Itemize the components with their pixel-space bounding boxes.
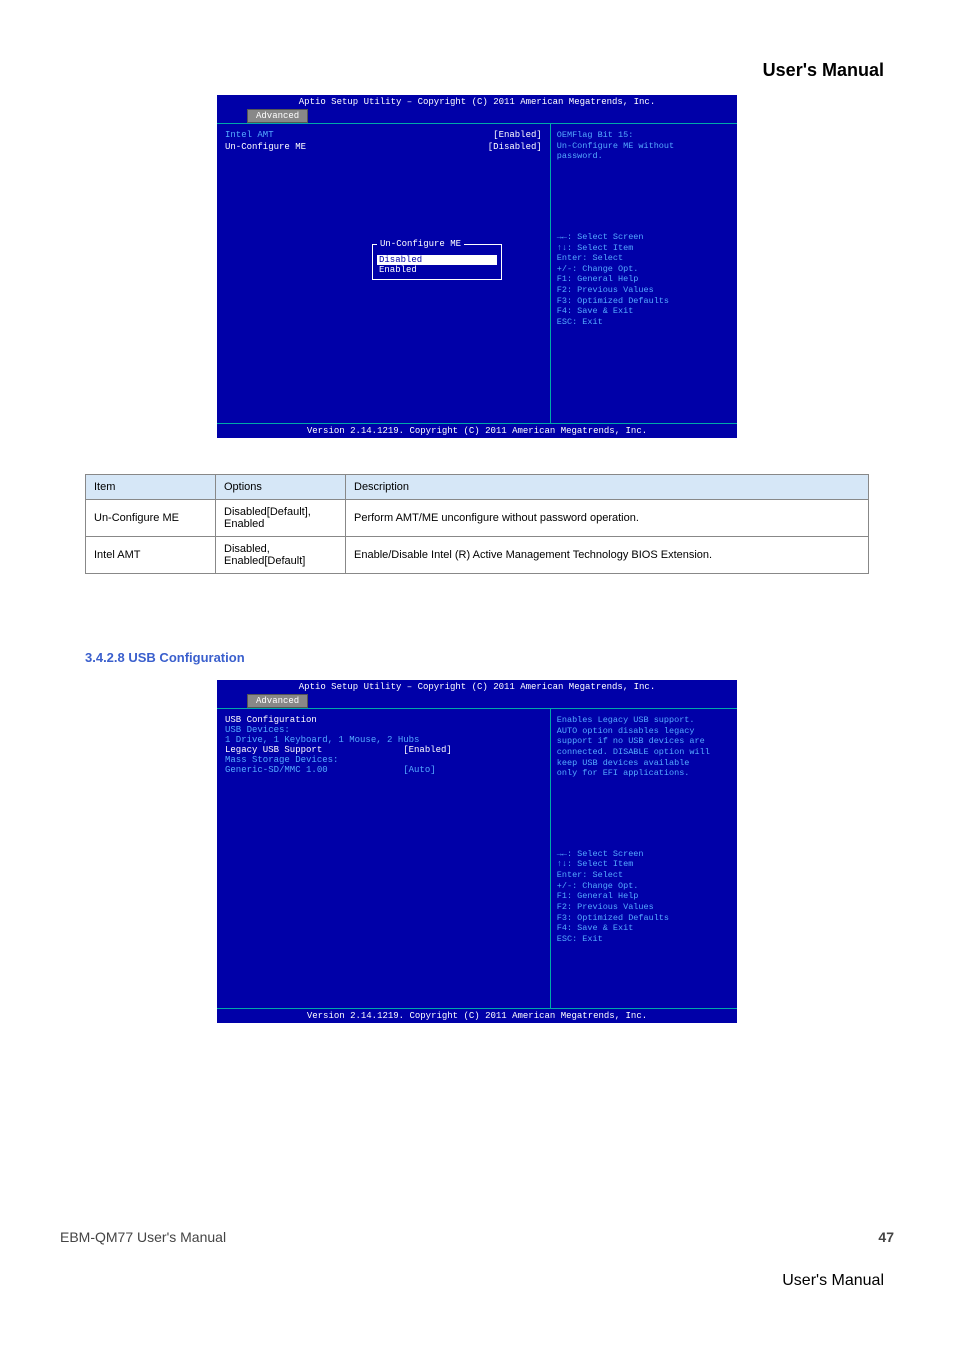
help-keys: →←: Select Screen ↑↓: Select Item Enter:… <box>557 232 731 328</box>
table-header-options: Options <box>216 475 346 500</box>
cell-item: Intel AMT <box>86 537 216 574</box>
popup-option-enabled: Enabled <box>377 265 497 275</box>
table-header-item: Item <box>86 475 216 500</box>
page-label: User's Manual <box>782 1272 884 1290</box>
usb-line: Generic-SD/MMC 1.00 [Auto] <box>225 765 542 775</box>
page-footer: EBM-QM77 User's Manual 47 <box>60 1229 894 1245</box>
table-row: Un-Configure ME Disabled[Default], Enabl… <box>86 500 869 537</box>
bios-tab-bar: Advanced <box>217 694 737 708</box>
bios-help-pane: Enables Legacy USB support. AUTO option … <box>551 709 737 1008</box>
tab-advanced: Advanced <box>247 694 308 708</box>
amt-settings-table: Item Options Description Un-Configure ME… <box>85 474 869 574</box>
table-header-description: Description <box>346 475 869 500</box>
page-header-title: User's Manual <box>763 60 884 81</box>
setting-unconfigure-value: [Disabled] <box>488 142 542 152</box>
help-description: Enables Legacy USB support. AUTO option … <box>557 715 731 779</box>
bios-footer: Version 2.14.1219. Copyright (C) 2011 Am… <box>217 423 737 438</box>
usb-line: Mass Storage Devices: <box>225 755 542 765</box>
footer-page-number: 47 <box>878 1229 894 1245</box>
usb-line: USB Devices: <box>225 725 542 735</box>
table-row: Intel AMT Disabled, Enabled[Default] Ena… <box>86 537 869 574</box>
section-heading-usb-config: 3.4.2.8 USB Configuration <box>85 650 245 665</box>
help-description: OEMFlag Bit 15: Un-Configure ME without … <box>557 130 731 162</box>
cell-options: Disabled[Default], Enabled <box>216 500 346 537</box>
unconfigure-me-popup: Un-Configure ME Disabled Enabled <box>372 244 502 280</box>
setting-intel-amt-value: [Enabled] <box>493 130 542 140</box>
help-keys: →←: Select Screen ↑↓: Select Item Enter:… <box>557 849 731 945</box>
cell-item: Un-Configure ME <box>86 500 216 537</box>
bios-footer: Version 2.14.1219. Copyright (C) 2011 Am… <box>217 1008 737 1023</box>
footer-left: EBM-QM77 User's Manual <box>60 1229 226 1245</box>
bios-help-pane: OEMFlag Bit 15: Un-Configure ME without … <box>551 124 737 423</box>
bios-screenshot-amt: Aptio Setup Utility – Copyright (C) 2011… <box>217 95 737 435</box>
cell-description: Enable/Disable Intel (R) Active Manageme… <box>346 537 869 574</box>
popup-title: Un-Configure ME <box>377 239 464 249</box>
usb-line: USB Configuration <box>225 715 542 725</box>
bios-left-pane: USB Configuration USB Devices: 1 Drive, … <box>217 709 551 1008</box>
bios-tab-bar: Advanced <box>217 109 737 123</box>
bios-title-bar: Aptio Setup Utility – Copyright (C) 2011… <box>217 95 737 109</box>
usb-line: 1 Drive, 1 Keyboard, 1 Mouse, 2 Hubs <box>225 735 542 745</box>
setting-intel-amt-label: Intel AMT <box>225 130 493 140</box>
usb-line: Legacy USB Support [Enabled] <box>225 745 542 755</box>
cell-description: Perform AMT/ME unconfigure without passw… <box>346 500 869 537</box>
bios-screenshot-usb: Aptio Setup Utility – Copyright (C) 2011… <box>217 680 737 1020</box>
tab-advanced: Advanced <box>247 109 308 123</box>
setting-unconfigure-label: Un-Configure ME <box>225 142 488 152</box>
bios-left-pane: Intel AMT[Enabled] Un-Configure ME[Disab… <box>217 124 551 423</box>
bios-title-bar: Aptio Setup Utility – Copyright (C) 2011… <box>217 680 737 694</box>
popup-option-disabled: Disabled <box>377 255 497 265</box>
cell-options: Disabled, Enabled[Default] <box>216 537 346 574</box>
